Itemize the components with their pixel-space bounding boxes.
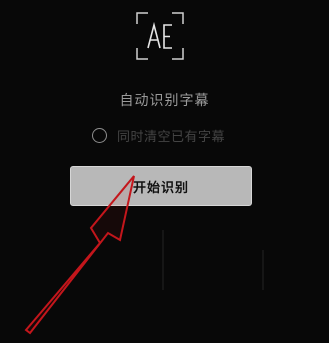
panel-title: 自动识别字幕 xyxy=(119,93,210,109)
clear-existing-subtitles-option[interactable]: 同时清空已有字幕 xyxy=(92,125,225,145)
auto-subtitle-panel: 自动识别字幕 同时清空已有字幕 开始识别 xyxy=(0,0,329,343)
background-divider xyxy=(262,250,264,290)
start-recognition-button[interactable]: 开始识别 xyxy=(70,166,252,206)
ae-subtitle-icon xyxy=(136,12,184,60)
clear-existing-subtitles-label: 同时清空已有字幕 xyxy=(117,129,226,145)
background-divider xyxy=(162,230,164,290)
radio-button[interactable] xyxy=(92,127,107,143)
